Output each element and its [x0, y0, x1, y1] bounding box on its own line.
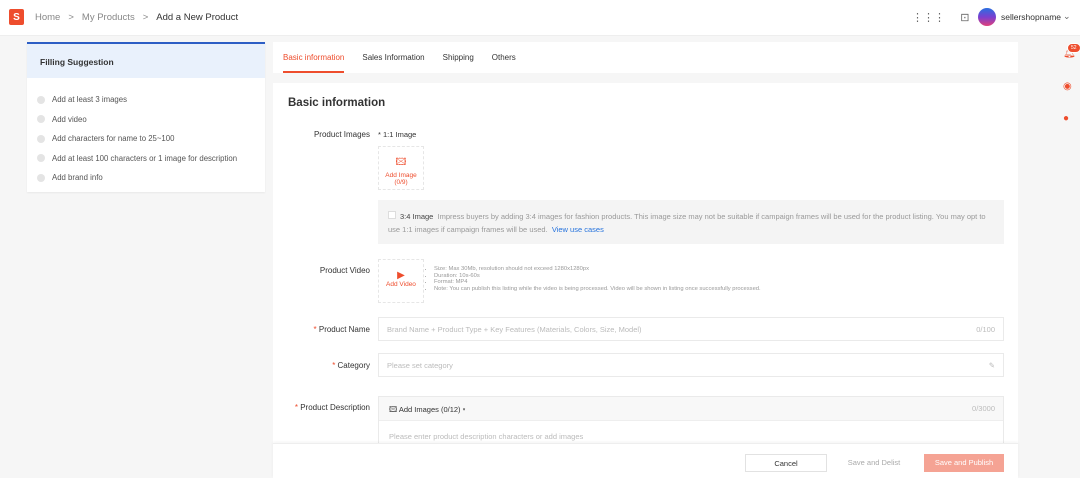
category-input[interactable]: Please set category ✎ — [378, 353, 1004, 377]
save-and-delist-button[interactable]: Save and Delist — [839, 454, 909, 472]
label-text: Category — [337, 361, 370, 370]
breadcrumb-my-products[interactable]: My Products — [82, 12, 135, 23]
product-name-label: * Product Name — [313, 325, 370, 334]
tab-shipping[interactable]: Shipping — [443, 42, 474, 73]
view-use-cases-link[interactable]: View use cases — [552, 225, 604, 234]
video-info-item: Format: MP4 — [434, 279, 761, 286]
placeholder: Brand Name + Product Type + Key Features… — [387, 325, 642, 334]
book-icon[interactable]: ⊡ — [960, 12, 969, 24]
action-footer: Cancel Save and Delist Save and Publish — [273, 443, 1018, 478]
cancel-button[interactable]: Cancel — [745, 454, 827, 472]
suggestion-item: Add at least 3 images — [37, 90, 265, 110]
section-title: Basic information — [288, 97, 386, 109]
section-tabs: Basic information Sales Information Ship… — [273, 42, 1018, 73]
suggestion-item: Add at least 100 characters or 1 image f… — [37, 149, 265, 169]
basic-information-form: Basic information Product Images * 1:1 I… — [273, 83, 1018, 478]
suggestion-item: Add characters for name to 25~100 — [37, 129, 265, 149]
tab-others[interactable]: Others — [492, 42, 516, 73]
suggestion-text: Add brand info — [52, 173, 103, 183]
notification-badge: 52 — [1067, 43, 1080, 53]
label-text: Product Name — [318, 325, 370, 334]
suggestion-text: Add video — [52, 114, 87, 124]
tab-sales-information[interactable]: Sales Information — [362, 42, 424, 73]
breadcrumb-current: Add a New Product — [156, 12, 239, 23]
username[interactable]: sellershopname — [1001, 12, 1061, 22]
breadcrumb-home[interactable]: Home — [35, 12, 60, 23]
status-dot-icon — [37, 115, 45, 124]
top-header: S Home > My Products > Add a New Product… — [0, 0, 1080, 36]
add-video-text: Add Video — [386, 281, 416, 288]
ratio-3-4-label: 3:4 Image — [400, 212, 434, 221]
status-dot-icon — [37, 95, 45, 104]
pencil-icon[interactable]: ✎ — [989, 361, 995, 370]
filling-suggestion-title: Filling Suggestion — [27, 44, 265, 78]
suggestion-item: Add brand info — [37, 168, 265, 188]
breadcrumb: Home > My Products > Add a New Product — [35, 12, 238, 23]
add-video-button[interactable]: ▶ Add Video — [378, 259, 424, 303]
ratio-3-4-text: Impress buyers by adding 3:4 images for … — [388, 212, 986, 234]
char-count: 0/100 — [976, 325, 995, 334]
video-play-icon: ▶ — [397, 270, 405, 281]
apps-grid-icon[interactable]: ⋮⋮⋮ — [912, 12, 945, 24]
breadcrumb-separator: > — [142, 12, 149, 23]
image-ratio-label: * 1:1 Image — [378, 130, 417, 139]
chat-icon[interactable]: ● — [1063, 113, 1069, 124]
product-name-input[interactable]: Brand Name + Product Type + Key Features… — [378, 317, 1004, 341]
avatar[interactable] — [978, 8, 996, 26]
help-center-icon[interactable]: ◉ — [1063, 81, 1072, 92]
status-dot-icon — [37, 154, 45, 163]
add-description-images-button[interactable]: Add Images (0/12) — [399, 405, 461, 414]
suggestion-text: Add characters for name to 25~100 — [52, 134, 175, 144]
product-description-label: * Product Description — [294, 403, 370, 412]
breadcrumb-separator: > — [68, 12, 74, 23]
suggestion-text: Add at least 100 characters or 1 image f… — [52, 153, 238, 163]
image-count: (0/9) — [394, 179, 408, 186]
tab-basic-information[interactable]: Basic information — [283, 42, 345, 73]
add-image-text: Add Image — [385, 172, 417, 179]
ratio-3-4-option: 3:4 Image Impress buyers by adding 3:4 i… — [378, 200, 1004, 244]
video-info-item: Size: Max 30Mb, resolution should not ex… — [434, 266, 761, 273]
label-text: Product Description — [300, 403, 370, 412]
suggestion-item: Add video — [37, 110, 265, 130]
image-icon: 🖾 — [395, 157, 407, 168]
ratio-3-4-checkbox[interactable] — [388, 211, 396, 219]
suggestion-text: Add at least 3 images — [52, 95, 127, 105]
description-toolbar: 🖾 Add Images (0/12) ▾ 0/3000 — [379, 397, 1003, 421]
video-info-item: Duration: 10s-60s — [434, 273, 761, 280]
product-images-label: Product Images — [313, 130, 370, 139]
filling-suggestion-panel: Filling Suggestion Add at least 3 images… — [27, 42, 265, 192]
product-video-label: Product Video — [319, 266, 370, 275]
status-dot-icon — [37, 173, 45, 182]
save-and-publish-button[interactable]: Save and Publish — [924, 454, 1004, 472]
chevron-down-icon[interactable]: ⌄ — [1063, 11, 1071, 22]
char-count: 0/3000 — [972, 404, 995, 413]
image-icon: 🖾 — [389, 405, 398, 414]
video-info-item: Note: You can publish this listing while… — [434, 286, 761, 293]
category-label: * Category — [332, 361, 370, 370]
placeholder: Please set category — [387, 361, 453, 370]
add-image-button[interactable]: 🖾 Add Image (0/9) — [378, 146, 424, 190]
chevron-down-icon[interactable]: ▾ — [463, 405, 466, 414]
video-requirements: Size: Max 30Mb, resolution should not ex… — [428, 266, 761, 292]
status-dot-icon — [37, 134, 45, 143]
shopee-logo[interactable]: S — [9, 9, 24, 25]
